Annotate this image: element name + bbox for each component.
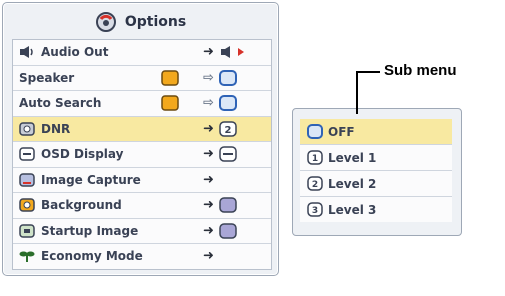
svg-text:2: 2	[312, 180, 318, 190]
menu-item-label: Economy Mode	[41, 249, 143, 264]
submenu-item-label: Level 1	[328, 150, 377, 165]
arrow-right-outline-icon: ⇨	[203, 95, 214, 111]
speaker-icon	[221, 46, 230, 59]
arrow-right-icon: ➜	[203, 121, 214, 137]
callout-leader-vertical	[356, 72, 358, 114]
toggle-box-icon	[219, 95, 237, 112]
arrow-right-icon: ➜	[203, 248, 214, 264]
submenu-item-off[interactable]: OFF	[300, 119, 452, 145]
arrow-right-icon: ➜	[203, 44, 214, 60]
osd-display-icon	[19, 147, 35, 161]
menu-item-label: Startup Image	[41, 223, 139, 238]
menu-item-osd-display[interactable]: OSD Display ➜	[13, 142, 271, 168]
svg-text:3: 3	[312, 206, 318, 216]
options-title-text: Options	[124, 14, 187, 30]
menu-item-economy-mode[interactable]: Economy Mode ➜	[13, 244, 271, 269]
image-capture-icon	[19, 173, 35, 187]
options-list: Audio Out ➜ Speaker ⇨ Auto Search ⇨ DNR …	[12, 39, 272, 270]
options-menu-panel: Options Audio Out ➜ Speaker ⇨ Auto Searc…	[2, 2, 279, 276]
swatch-box-icon	[219, 223, 237, 239]
background-icon	[19, 198, 35, 212]
submenu-item-level-3[interactable]: 3 Level 3	[300, 197, 452, 222]
options-title: Options	[3, 3, 278, 41]
toggle-box-icon	[161, 70, 179, 86]
toggle-box-icon	[219, 69, 237, 86]
svg-text:1: 1	[312, 154, 318, 164]
callout-leader-horizontal	[356, 71, 380, 73]
arrow-right-icon: ➜	[203, 223, 214, 239]
menu-item-dnr[interactable]: DNR ➜ 2	[13, 116, 271, 142]
submenu-item-level-1[interactable]: 1 Level 1	[300, 145, 452, 171]
level-3-icon: 3	[307, 202, 323, 217]
menu-item-startup-image[interactable]: Startup Image ➜	[13, 219, 271, 244]
off-icon	[307, 124, 323, 139]
speaker-icon	[20, 46, 33, 59]
menu-item-label: Image Capture	[41, 172, 141, 187]
menu-item-background[interactable]: Background ➜	[13, 193, 271, 219]
menu-item-label: DNR	[41, 121, 71, 136]
menu-item-speaker[interactable]: Speaker ⇨	[13, 66, 271, 91]
options-icon	[95, 12, 116, 32]
menu-item-audio-out[interactable]: Audio Out ➜	[13, 40, 271, 66]
dnr-icon	[19, 122, 35, 136]
menu-item-label: Background	[41, 198, 122, 213]
arrow-right-icon: ➜	[203, 197, 214, 213]
osd-display-icon	[219, 146, 237, 162]
menu-item-label: Audio Out	[41, 45, 109, 60]
arrow-right-outline-icon: ⇨	[203, 70, 214, 86]
red-triangle-icon	[238, 48, 244, 57]
menu-item-auto-search[interactable]: Auto Search ⇨	[13, 91, 271, 117]
arrow-right-icon: ➜	[203, 172, 214, 188]
economy-mode-icon	[19, 251, 35, 263]
level-2-icon: 2	[219, 121, 237, 137]
submenu-item-label: Level 3	[328, 202, 377, 217]
submenu-list: OFF 1 Level 1 2 Level 2 3 Level 3	[300, 119, 452, 222]
level-1-icon: 1	[307, 150, 323, 165]
arrow-right-icon: ➜	[203, 146, 214, 162]
level-2-icon: 2	[307, 176, 323, 191]
submenu-item-label: Level 2	[328, 176, 377, 191]
startup-image-icon	[19, 224, 35, 238]
menu-item-image-capture[interactable]: Image Capture ➜	[13, 168, 271, 193]
swatch-box-icon	[219, 197, 237, 213]
submenu-item-level-2[interactable]: 2 Level 2	[300, 171, 452, 197]
sub-menu-callout-label: Sub menu	[384, 62, 457, 79]
menu-item-label: Speaker	[19, 70, 75, 85]
dnr-submenu-panel: OFF 1 Level 1 2 Level 2 3 Level 3	[292, 108, 462, 236]
svg-text:2: 2	[225, 125, 232, 136]
menu-item-label: Auto Search	[19, 96, 102, 111]
toggle-box-icon	[161, 95, 179, 111]
menu-item-label: OSD Display	[41, 147, 124, 162]
submenu-item-label: OFF	[328, 124, 355, 139]
